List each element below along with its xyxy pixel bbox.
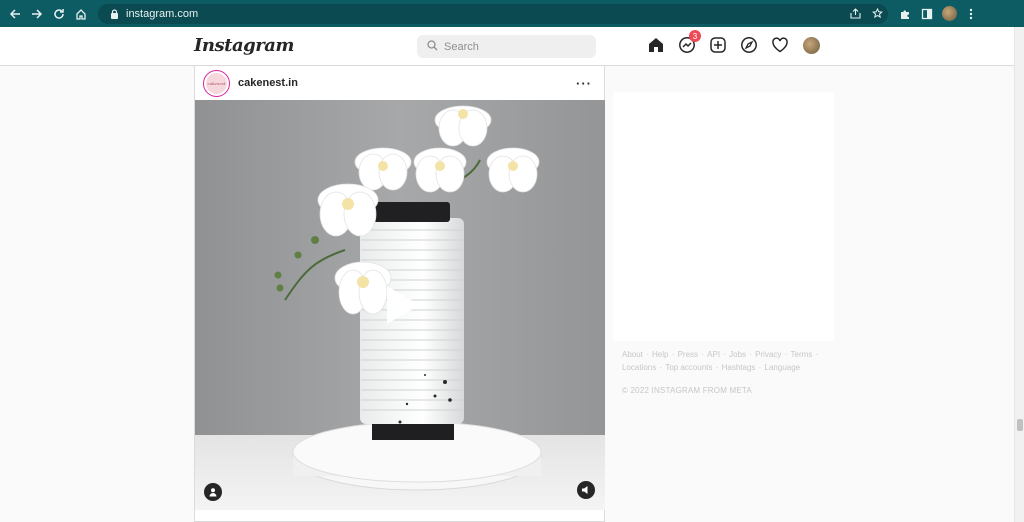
- messenger-icon[interactable]: 3: [677, 30, 701, 55]
- footer-link-terms[interactable]: Terms: [791, 350, 813, 359]
- tagged-user-icon[interactable]: [204, 483, 222, 501]
- share-icon[interactable]: [844, 8, 866, 19]
- more-options-icon[interactable]: ···: [576, 76, 592, 91]
- footer-link-privacy[interactable]: Privacy: [755, 350, 781, 359]
- new-post-icon[interactable]: [708, 35, 728, 55]
- menu-kebab-icon[interactable]: [960, 3, 982, 25]
- footer-link-locations[interactable]: Locations: [622, 363, 656, 372]
- mute-audio-icon[interactable]: [577, 481, 595, 499]
- footer-link-press[interactable]: Press: [678, 350, 698, 359]
- copyright-text: © 2022 INSTAGRAM FROM META: [622, 386, 752, 395]
- search-box[interactable]: [417, 35, 596, 58]
- reload-icon[interactable]: [48, 3, 70, 25]
- instagram-logo[interactable]: Instagram: [194, 35, 294, 56]
- home-icon[interactable]: [70, 3, 92, 25]
- post-avatar-logo: cakenest: [206, 72, 227, 94]
- bookmark-star-icon[interactable]: [866, 8, 888, 19]
- footer-link-jobs[interactable]: Jobs: [729, 350, 746, 359]
- footer-link-api[interactable]: API: [707, 350, 720, 359]
- profile-avatar[interactable]: [938, 3, 960, 25]
- post-avatar[interactable]: cakenest: [203, 69, 230, 97]
- footer-link-about[interactable]: About: [622, 350, 643, 359]
- page-scrollbar[interactable]: [1014, 27, 1024, 522]
- extensions-icon[interactable]: [894, 3, 916, 25]
- post-video[interactable]: [195, 100, 605, 510]
- url-text: instagram.com: [126, 7, 199, 20]
- post-header: cakenest cakenest.in ···: [195, 66, 604, 100]
- address-bar[interactable]: instagram.com: [98, 3, 888, 24]
- heart-icon[interactable]: [770, 35, 790, 55]
- forward-icon[interactable]: [26, 3, 48, 25]
- profile-avatar-icon[interactable]: [801, 35, 821, 55]
- play-icon[interactable]: [383, 283, 423, 327]
- explore-compass-icon[interactable]: [739, 35, 759, 55]
- footer-link-language[interactable]: Language: [765, 363, 801, 372]
- feed-post: cakenest cakenest.in ···: [194, 66, 605, 522]
- footer-link-help[interactable]: Help: [652, 350, 668, 359]
- footer-links: About · Help · Press · API · Jobs · Priv…: [622, 350, 819, 372]
- home-nav-icon[interactable]: [646, 35, 666, 55]
- instagram-header: Instagram 3: [0, 27, 1014, 66]
- browser-toolbar: instagram.com: [0, 0, 1024, 27]
- sidebar-panel: [613, 92, 834, 341]
- lock-icon: [108, 8, 120, 20]
- side-panel-icon[interactable]: [916, 3, 938, 25]
- post-username[interactable]: cakenest.in: [238, 77, 298, 89]
- scrollbar-thumb[interactable]: [1017, 419, 1023, 431]
- search-icon: [427, 38, 438, 56]
- footer-link-top-accounts[interactable]: Top accounts: [665, 363, 712, 372]
- messages-badge: 3: [689, 30, 701, 42]
- footer-link-hashtags[interactable]: Hashtags: [722, 363, 756, 372]
- back-icon[interactable]: [4, 3, 26, 25]
- search-input[interactable]: [444, 40, 584, 53]
